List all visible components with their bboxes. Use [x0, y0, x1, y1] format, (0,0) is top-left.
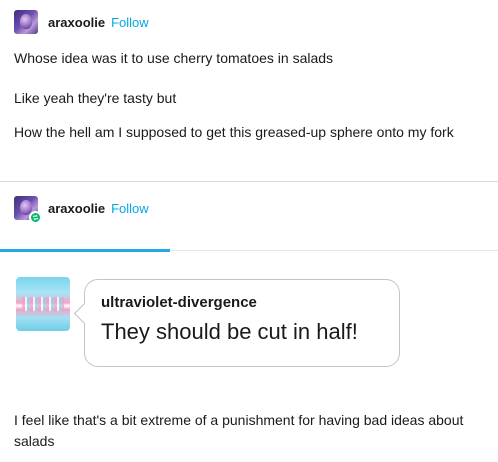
answer-paragraph: I feel like that's a bit extreme of a pu…: [14, 412, 464, 449]
asker-avatar[interactable]: [16, 277, 70, 331]
active-tab-indicator: [0, 249, 170, 252]
section-divider: [0, 249, 498, 252]
reblog-divider: [0, 181, 498, 182]
avatar[interactable]: [14, 196, 42, 224]
username-link[interactable]: araxoolie: [48, 201, 105, 216]
asker-name-link[interactable]: ultraviolet-divergence: [101, 294, 383, 311]
ask-bubble: ultraviolet-divergence They should be cu…: [84, 279, 400, 367]
asker-avatar-pattern: [22, 297, 64, 311]
post-container: araxoolie Follow Whose idea was it to us…: [0, 0, 498, 462]
post-paragraph: How the hell am I supposed to get this g…: [14, 124, 454, 140]
reblog-header: araxoolie Follow: [14, 196, 149, 224]
ask-question: They should be cut in half!: [101, 319, 358, 344]
follow-button[interactable]: Follow: [111, 201, 149, 216]
avatar[interactable]: [14, 10, 38, 34]
username-link[interactable]: araxoolie: [48, 15, 105, 30]
reblog-icon: [29, 211, 42, 224]
post-paragraph: Whose idea was it to use cherry tomatoes…: [14, 50, 334, 66]
follow-button[interactable]: Follow: [111, 15, 149, 30]
post-paragraph: Like yeah they're tasty but: [14, 90, 177, 106]
post-header: araxoolie Follow: [14, 10, 149, 34]
avatar-image: [20, 14, 32, 29]
